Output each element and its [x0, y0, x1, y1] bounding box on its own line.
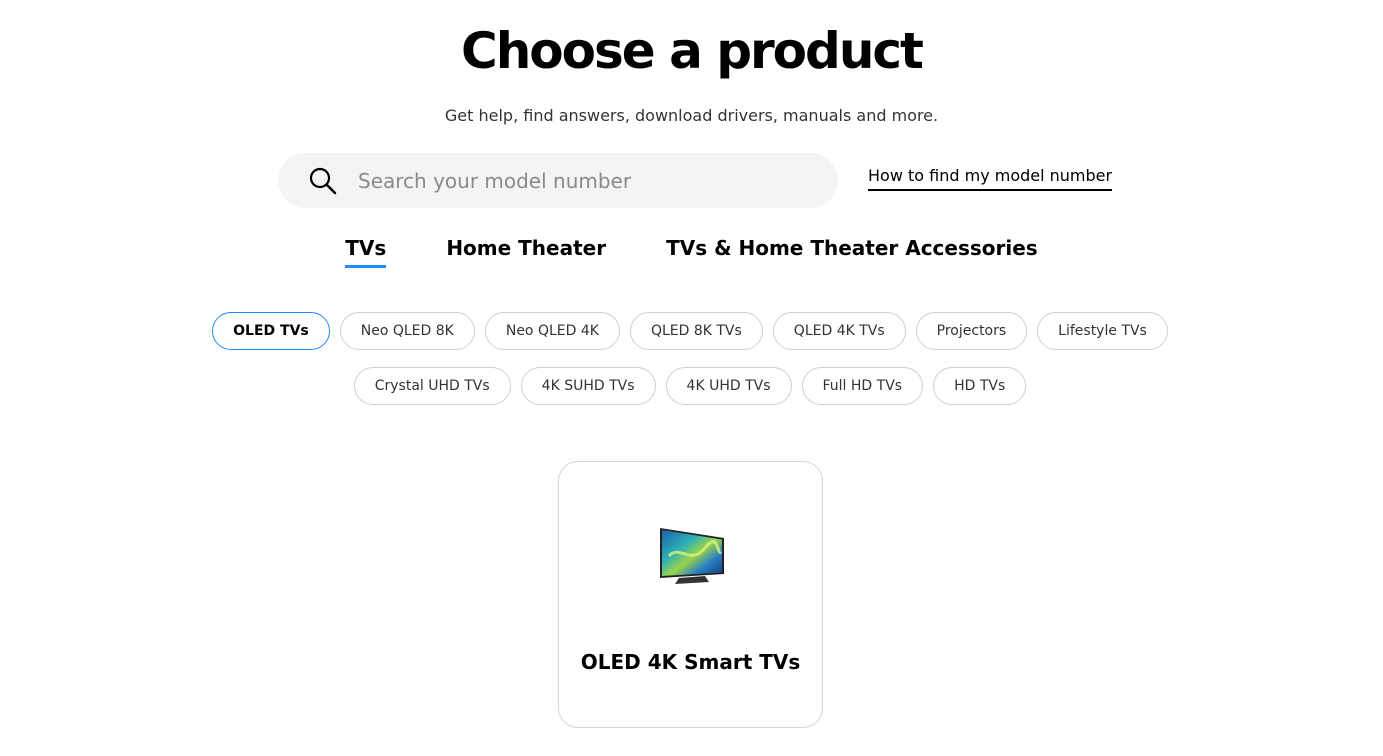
chip-qled-8k-tvs[interactable]: QLED 8K TVs [629, 312, 763, 350]
chip-full-hd-tvs[interactable]: Full HD TVs [801, 367, 924, 405]
chip-neo-qled-8k[interactable]: Neo QLED 8K [339, 312, 475, 350]
chip-oled-tvs[interactable]: OLED TVs [212, 312, 330, 350]
chip-4k-uhd-tvs[interactable]: 4K UHD TVs [665, 367, 792, 405]
search-icon[interactable] [308, 166, 338, 196]
product-card-label: OLED 4K Smart TVs [580, 650, 801, 674]
tab-home-theater[interactable]: Home Theater [446, 236, 606, 268]
product-card-oled-4k-smart-tvs[interactable]: OLED 4K Smart TVs [558, 461, 823, 728]
chip-4k-suhd-tvs[interactable]: 4K SUHD TVs [520, 367, 656, 405]
chip-neo-qled-4k[interactable]: Neo QLED 4K [484, 312, 620, 350]
tab-tv-accessories[interactable]: TVs & Home Theater Accessories [666, 236, 1038, 268]
chip-projectors[interactable]: Projectors [915, 312, 1028, 350]
model-number-help-link[interactable]: How to find my model number [868, 166, 1113, 191]
oled-tv-image [660, 528, 724, 584]
page-title: Choose a product [461, 22, 924, 80]
chip-qled-4k-tvs[interactable]: QLED 4K TVs [772, 312, 906, 350]
product-tabs: TVs Home Theater TVs & Home Theater Acce… [0, 236, 1383, 268]
chip-crystal-uhd-tvs[interactable]: Crystal UHD TVs [353, 367, 511, 405]
chip-hd-tvs[interactable]: HD TVs [933, 367, 1027, 405]
category-chips: OLED TVs Neo QLED 8K Neo QLED 4K QLED 8K… [150, 312, 1230, 405]
search-input[interactable] [358, 168, 798, 193]
page-subtitle: Get help, find answers, download drivers… [444, 106, 939, 125]
chip-lifestyle-tvs[interactable]: Lifestyle TVs [1037, 312, 1168, 350]
tab-tvs[interactable]: TVs [345, 236, 387, 268]
search-box[interactable] [278, 153, 838, 208]
